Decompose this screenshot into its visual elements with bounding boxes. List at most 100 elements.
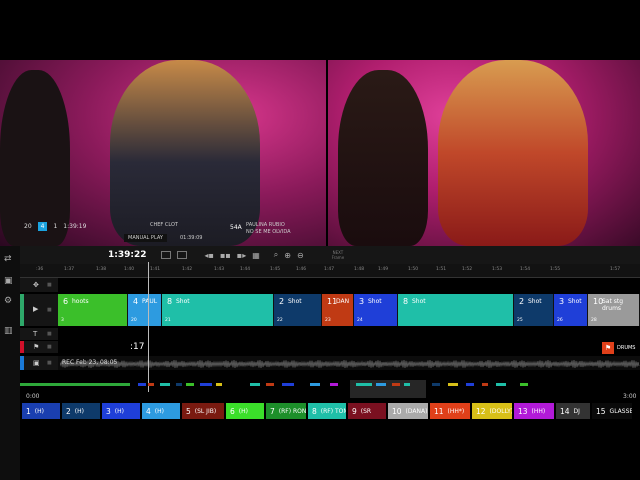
ruler-tick-label: 1:52 [462, 267, 473, 272]
search-icon[interactable]: ⌕ [274, 250, 278, 260]
camera-label: DJ [573, 407, 580, 415]
clip-camera-number: 6 [63, 297, 69, 306]
camera-number: 2 [66, 406, 71, 416]
camera-number: 7 [270, 406, 275, 416]
link-icon[interactable]: ⇄ [4, 254, 12, 264]
camera-button-8[interactable]: 8 (RF) TOM [308, 403, 346, 419]
clip-index: 25 [517, 318, 523, 323]
ruler-tick-label: 1:40 [124, 267, 135, 272]
camera-number: 6 [230, 406, 235, 416]
camera-button-2[interactable]: 2 (H) [62, 403, 100, 419]
overview-segment [250, 383, 260, 386]
lock-icon[interactable]: ■ [47, 360, 52, 366]
camera-number: 13 [518, 406, 528, 416]
audio-right-icon[interactable]: ▪▸ [237, 251, 246, 260]
next-clip-button[interactable] [176, 251, 187, 259]
grid-icon[interactable]: ▦ [252, 251, 260, 260]
zoom-in-icon[interactable]: ⊕ [284, 251, 291, 260]
camera-number: 10 [392, 406, 402, 416]
ruler-tick-label: 1:42 [182, 267, 193, 272]
ruler-tick-label: 1:48 [354, 267, 365, 272]
timeline-clip[interactable]: 4 PAUL 20 [128, 294, 162, 326]
clip-index: 22 [277, 318, 283, 323]
overview-progress [20, 383, 130, 386]
camera-button-3[interactable]: 3 (H) [102, 403, 140, 419]
overview-segment [138, 383, 146, 386]
timeline-clip[interactable]: 2 Shot 25 [514, 294, 554, 326]
overview-segment [186, 383, 194, 386]
camera-number: 4 [146, 406, 151, 416]
move-icon[interactable]: ✥ [33, 281, 39, 289]
ruler-tick-label: 1:57 [610, 267, 621, 272]
timeline-clip[interactable]: 3 Shot 26 [554, 294, 588, 326]
track-color [20, 356, 24, 370]
camera-label: (DOLLY) [489, 407, 512, 415]
camera-button-9[interactable]: 9 (SR [348, 403, 386, 419]
timeline-clip[interactable]: 3 Shot 24 [354, 294, 398, 326]
ruler-tick-label: 1:45 [270, 267, 281, 272]
timeline-clip[interactable]: 10 Sat stg drums 28 [588, 294, 640, 326]
camera-button-10[interactable]: 10 (DANA) [388, 403, 428, 419]
timeline-clip[interactable]: 6 hoots 3 [58, 294, 128, 326]
layout-icon[interactable]: ▥ [4, 326, 13, 336]
frame-label: Frame [331, 255, 345, 260]
gear-icon[interactable]: ⚙ [4, 296, 12, 306]
video-camera-icon: ▶ [33, 305, 39, 313]
timeline-ruler[interactable]: :36 1:37 1:38 1:40 1:41 1:42 1:43 1:44 1:45 1:46 1… [20, 264, 640, 278]
camera-button-14[interactable]: 14 DJ [556, 403, 590, 419]
audio-mid-icon[interactable]: ▪▪ [220, 251, 231, 260]
camera-button-5[interactable]: 5 (SL JIB) [182, 403, 224, 419]
camera-button-15[interactable]: 15GLASSES [592, 403, 632, 419]
clip-label: Shot [368, 298, 382, 305]
flag-icon[interactable]: ⚑ [602, 342, 614, 354]
camera-button-4[interactable]: 4 (H) [142, 403, 180, 419]
clip-index: 3 [61, 318, 64, 323]
play-icon[interactable]: ▣ [33, 359, 40, 367]
lock-icon[interactable]: ■ [47, 331, 52, 337]
source-preview[interactable] [328, 60, 640, 246]
camera-button-1[interactable]: 1 (H) [22, 403, 60, 419]
preview-area: 20 4 1 1:39:19 CHEF CLOT MANUAL PLAY 01:… [0, 60, 640, 246]
edit-icon[interactable]: ▣ [4, 276, 13, 286]
right-caption-a: 54A [230, 224, 242, 231]
camera-button-13[interactable]: 13 (HH) [514, 403, 554, 419]
timeline-clip[interactable]: 11 DAN 23 [322, 294, 354, 326]
overview-segment [496, 383, 506, 386]
overview-segment [404, 383, 410, 386]
camera-button-12[interactable]: 12 (DOLLY) [472, 403, 512, 419]
track-header-text: T ■ [20, 328, 58, 340]
left-caption-c: 01:39:09 [180, 235, 203, 241]
overview-segment [200, 383, 212, 386]
lock-icon[interactable]: ■ [47, 282, 52, 288]
audio-left-icon[interactable]: ◂▪ [205, 251, 214, 260]
clip-index: 24 [357, 318, 363, 323]
overview-strip[interactable] [20, 380, 640, 398]
camera-button-7[interactable]: 7 (RF) RON [266, 403, 306, 419]
playhead[interactable] [148, 262, 149, 392]
camera-button-11[interactable]: 11 (HH*) [430, 403, 470, 419]
camera-number: 3 [106, 406, 111, 416]
lock-icon[interactable]: ■ [47, 307, 52, 313]
camera-button-6[interactable]: 6 (H) [226, 403, 264, 419]
camera-label: (HH) [531, 407, 546, 415]
recording-label: REC Feb 23, 08:05 [62, 359, 118, 366]
overview-segment [466, 383, 474, 386]
timeline-clip[interactable]: 8 Shot 21 [162, 294, 274, 326]
camera-label: (H) [114, 407, 124, 415]
zoom-out-icon[interactable]: ⊖ [297, 251, 304, 260]
camera-label: (RF) TOM [320, 407, 346, 415]
timeline-clip[interactable]: 8 Shot [398, 294, 514, 326]
program-preview[interactable]: 20 4 1 1:39:19 CHEF CLOT MANUAL PLAY 01:… [0, 60, 326, 246]
text-icon[interactable]: T [33, 330, 37, 338]
overview-segment [520, 383, 528, 386]
overview-segment [330, 383, 338, 386]
singer-silhouette [110, 60, 260, 246]
drums-marker-label[interactable]: DRUMS [617, 345, 635, 351]
cam-a-number: 20 [24, 223, 32, 230]
timeline-clip[interactable]: 2 Shot 22 [274, 294, 322, 326]
left-caption-b: MANUAL PLAY [124, 234, 167, 242]
clip-camera-number: 2 [519, 297, 525, 306]
dancer-silhouette [0, 70, 70, 246]
lock-icon[interactable]: ■ [47, 344, 52, 350]
prev-clip-button[interactable] [160, 251, 171, 259]
